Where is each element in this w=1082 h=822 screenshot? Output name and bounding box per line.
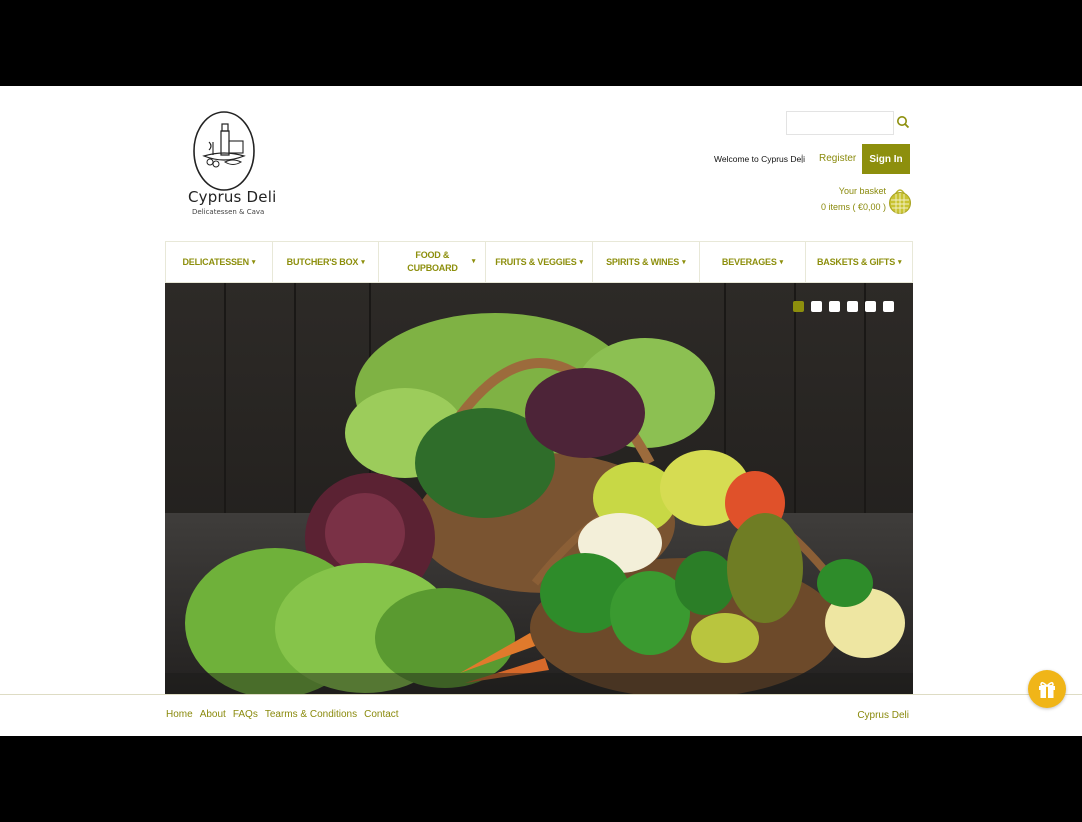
nav-item-food-cupboard[interactable]: FOOD & CUPBOARD ▾ (379, 242, 487, 282)
slider-dot[interactable] (847, 301, 858, 312)
nav-item-label: BEVERAGES (721, 257, 777, 267)
footer-divider (0, 694, 1082, 695)
slider-dot[interactable] (883, 301, 894, 312)
nav-item-butchers-box[interactable]: BUTCHER'S BOX ▾ (273, 242, 380, 282)
nav-item-beverages[interactable]: BEVERAGES ▾ (700, 242, 807, 282)
gift-icon (1039, 681, 1055, 698)
caret-down-icon: ▾ (361, 259, 365, 266)
caret-down-icon: ▾ (898, 259, 902, 266)
nav-item-label: SPIRITS & WINES (606, 257, 680, 267)
slider-pagination (793, 301, 894, 312)
footer-links: Home About FAQs Tearms & Conditions Cont… (166, 709, 399, 720)
logo-title: Cyprus Deli (188, 188, 277, 206)
caret-down-icon: ▾ (579, 259, 584, 266)
footer-link-terms[interactable]: Tearms & Conditions (265, 709, 357, 720)
search-input[interactable] (786, 111, 894, 135)
welcome-text: Welcome to Cyprus Deli (714, 154, 806, 164)
logo-tagline: Delicatessen & Cava (192, 208, 265, 216)
caret-down-icon: ▾ (779, 259, 784, 266)
basket-summary[interactable]: 0 items ( €0,00 ) (821, 202, 886, 212)
footer-link-faqs[interactable]: FAQs (233, 709, 258, 720)
footer-brand: Cyprus Deli (857, 710, 909, 721)
nav-item-label: DELICATESSEN (182, 257, 249, 267)
caret-down-icon: ▾ (682, 259, 686, 266)
nav-item-spirits-wines[interactable]: SPIRITS & WINES ▾ (593, 242, 700, 282)
caret-down-icon: ▾ (251, 259, 256, 266)
footer-link-about[interactable]: About (200, 709, 226, 720)
register-link[interactable]: Register (819, 153, 856, 164)
nav-item-label: BASKETS & GIFTS (817, 257, 896, 267)
basket-icon[interactable] (888, 183, 912, 215)
nav-item-fruits-veggies[interactable]: FRUITS & VEGGIES ▾ (486, 242, 593, 282)
nav-item-label: FRUITS & VEGGIES (495, 257, 577, 267)
slider-dot[interactable] (793, 301, 804, 312)
page: Cyprus Deli Delicatessen & Cava Welcome … (0, 86, 1082, 736)
nav-item-delicatessen[interactable]: DELICATESSEN ▾ (166, 242, 273, 282)
nav-item-label: FOOD & CUPBOARD (407, 250, 458, 273)
caret-down-icon: ▾ (471, 258, 476, 265)
footer-link-home[interactable]: Home (166, 709, 193, 720)
sign-in-button[interactable]: Sign In (862, 144, 910, 174)
header-separator: | (801, 153, 804, 163)
gift-button[interactable] (1028, 670, 1066, 708)
main-nav: DELICATESSEN ▾ BUTCHER'S BOX ▾ FOOD & CU… (165, 241, 913, 283)
slider-dot[interactable] (811, 301, 822, 312)
search-icon[interactable] (896, 115, 910, 129)
footer-link-contact[interactable]: Contact (364, 709, 398, 720)
slider-dot[interactable] (829, 301, 840, 312)
basket-label[interactable]: Your basket (839, 186, 886, 196)
hero-slider-image[interactable] (165, 283, 913, 694)
slider-dot[interactable] (865, 301, 876, 312)
nav-item-baskets-gifts[interactable]: BASKETS & GIFTS ▾ (806, 242, 912, 282)
nav-item-label: BUTCHER'S BOX (286, 257, 359, 267)
